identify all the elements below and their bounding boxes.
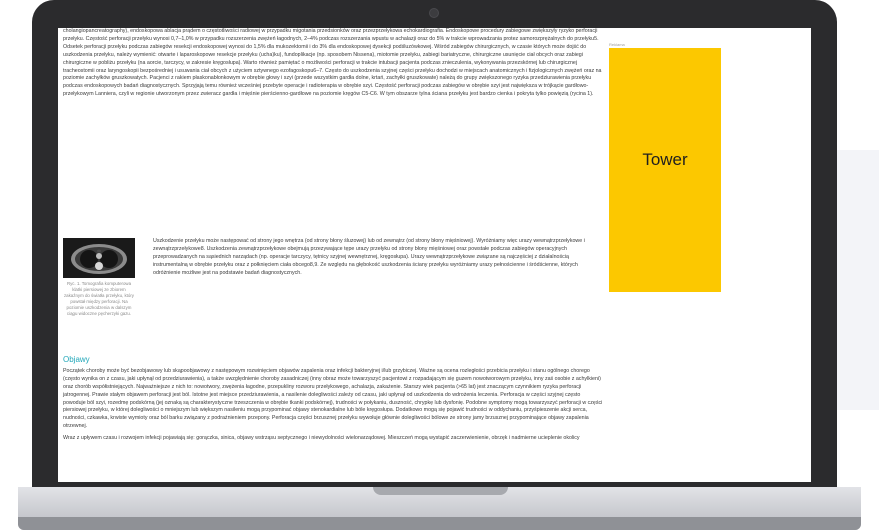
figure-section: Ryc. 1. Tomografia komputerowa klatki pi… [63,238,603,348]
laptop-base-edge [18,517,861,530]
article-paragraph-1: cholangiopancreatography), endoskopowa a… [63,28,602,98]
article-paragraph-4: Wraz z upływem czasu i rozwojem infekcji… [63,435,580,442]
article-paragraph-3: Początek choroby może być bezobjawowy lu… [63,367,603,430]
ad-tower-text: Tower [642,150,688,169]
ad-tower-banner[interactable]: Tower [609,48,721,292]
ad-label: Reklama [609,42,625,47]
ct-scan-image[interactable] [63,238,135,278]
article-body: cholangiopancreatography), endoskopowa a… [63,28,603,447]
webcam-icon [429,8,439,18]
ct-scan-icon [63,238,135,278]
article-paragraph-2: Uszkodzenie przełyku może następować od … [153,238,585,276]
laptop-notch [373,487,508,495]
laptop-frame: cholangiopancreatography), endoskopowa a… [32,0,837,490]
laptop-base [18,487,861,530]
laptop-screen: cholangiopancreatography), endoskopowa a… [58,28,811,482]
section-heading: Objawy [63,355,90,364]
figure-caption: Ryc. 1. Tomografia komputerowa klatki pi… [63,281,135,316]
figure-1[interactable]: Ryc. 1. Tomografia komputerowa klatki pi… [63,238,135,317]
